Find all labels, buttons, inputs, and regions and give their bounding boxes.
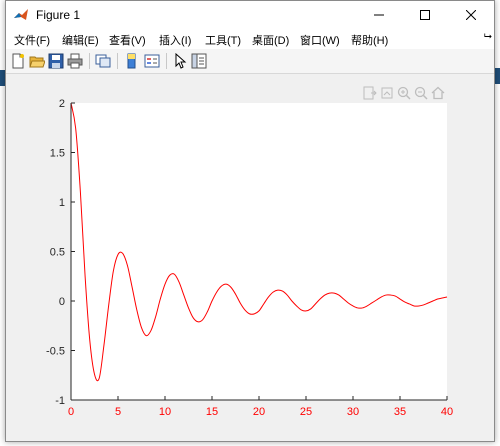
x-tick-label: 15 [206, 406, 218, 418]
legend-icon[interactable] [144, 53, 160, 69]
new-figure-icon[interactable] [10, 53, 26, 69]
zoom-in-icon[interactable] [397, 86, 411, 100]
x-tick-label: 30 [347, 406, 359, 418]
menu-desktop[interactable]: 桌面(D) [252, 32, 289, 48]
menu-bar: 文件(F) 编辑(E) 查看(V) 插入(I) 工具(T) 桌面(D) 窗口(W… [6, 29, 494, 49]
export-icon[interactable] [363, 86, 377, 100]
x-tick-label: 25 [300, 406, 312, 418]
maximize-button[interactable] [402, 1, 448, 29]
minimize-icon [374, 14, 384, 16]
save-icon[interactable] [48, 53, 64, 69]
chevron-right-icon[interactable]: ⮡ [484, 31, 492, 42]
x-tick-label: 40 [441, 406, 453, 418]
menu-help[interactable]: 帮助(H) [351, 32, 388, 48]
figure-toolbar [6, 49, 494, 74]
pointer-icon[interactable] [172, 53, 188, 69]
zoom-out-icon[interactable] [414, 86, 428, 100]
menu-insert[interactable]: 插入(I) [159, 32, 191, 48]
link-plot-icon[interactable] [95, 53, 111, 69]
menu-file[interactable]: 文件(F) [14, 32, 50, 48]
x-tick-label: 10 [159, 406, 171, 418]
axes-background [71, 103, 447, 400]
brush-icon[interactable] [380, 86, 394, 100]
toolbar-separator [117, 53, 118, 69]
y-tick-label: 2 [59, 98, 65, 110]
x-tick-label: 0 [68, 406, 74, 418]
toolbar-separator [166, 53, 167, 69]
close-button[interactable] [448, 1, 494, 29]
colorbar-icon[interactable] [124, 53, 140, 69]
y-tick-label: -0.5 [46, 346, 65, 358]
menu-edit[interactable]: 编辑(E) [62, 32, 99, 48]
open-file-icon[interactable] [29, 53, 45, 69]
x-tick-label: 20 [253, 406, 265, 418]
maximize-icon [420, 10, 430, 20]
menu-window[interactable]: 窗口(W) [300, 32, 340, 48]
print-icon[interactable] [67, 53, 83, 69]
home-icon[interactable] [431, 86, 445, 100]
line-chart[interactable]: -1 -0.5 0 0.5 1 1.5 2 0 5 10 15 20 25 30 35 40 [6, 74, 494, 440]
x-tick-label: 35 [394, 406, 406, 418]
close-icon [466, 10, 476, 20]
x-tick-label: 5 [115, 406, 121, 418]
toolbar-separator [89, 53, 90, 69]
y-tick-label: 1 [59, 197, 65, 209]
y-tick-label: 1.5 [50, 148, 65, 160]
window-title: Figure 1 [36, 8, 81, 22]
menu-tools[interactable]: 工具(T) [205, 32, 241, 48]
menu-view[interactable]: 查看(V) [109, 32, 146, 48]
title-bar: Figure 1 [6, 1, 494, 29]
matlab-logo-icon [13, 7, 29, 23]
property-inspector-icon[interactable] [191, 53, 207, 69]
figure-window: Figure 1 文件(F) 编辑(E) 查看(V) 插入(I) 工具(T) 桌… [5, 0, 495, 442]
minimize-button[interactable] [356, 1, 402, 29]
y-tick-label: 0 [59, 296, 65, 308]
y-tick-label: -1 [55, 395, 65, 407]
y-tick-label: 0.5 [50, 247, 65, 259]
